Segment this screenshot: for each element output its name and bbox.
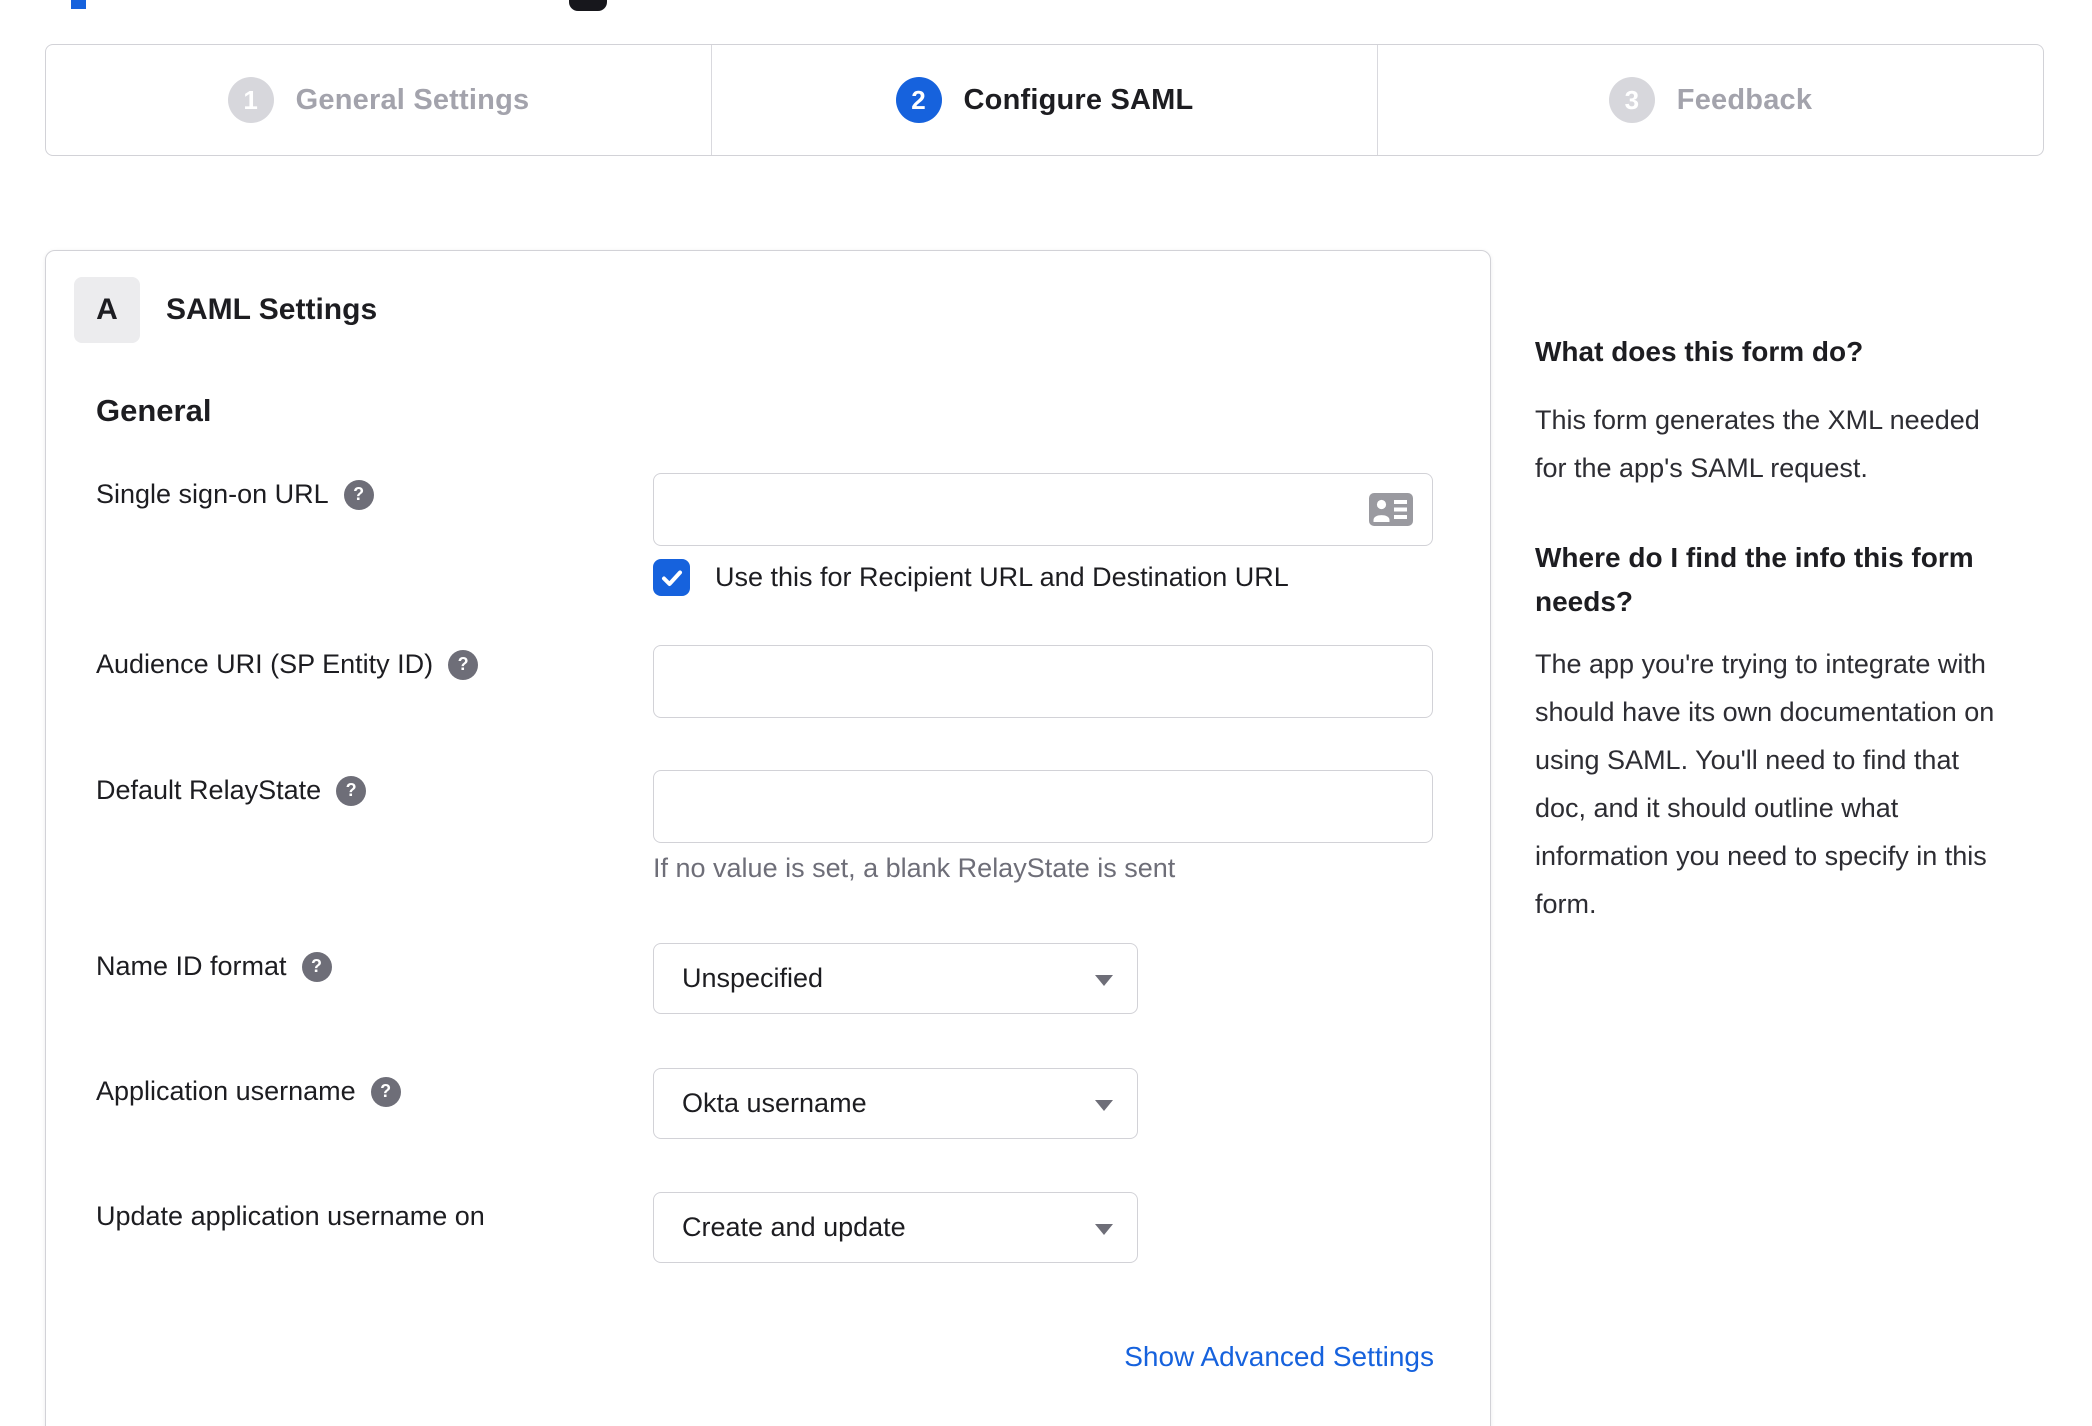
step-2-label: Configure SAML <box>963 83 1194 116</box>
step-3-circle: 3 <box>1608 77 1655 123</box>
sso-url-input[interactable] <box>653 473 1433 546</box>
relay-state-help-icon[interactable]: ? <box>336 775 367 806</box>
checkmark-icon <box>661 570 682 586</box>
recipient-url-checkbox[interactable] <box>653 559 690 596</box>
name-id-format-label-row: Name ID format ? <box>96 951 332 982</box>
update-app-username-select[interactable]: Create and update <box>653 1192 1138 1263</box>
general-group-title: General <box>96 393 212 428</box>
recipient-url-checkbox-label[interactable]: Use this for Recipient URL and Destinati… <box>715 562 1289 593</box>
audience-uri-label: Audience URI (SP Entity ID) <box>96 649 434 679</box>
step-2-circle: 2 <box>895 77 942 123</box>
relay-state-helper-text: If no value is set, a blank RelayState i… <box>653 853 1176 883</box>
step-1-label: General Settings <box>295 83 530 116</box>
clipped-app-logo-fragment <box>569 0 607 11</box>
help-sidebar: What does this form do? This form genera… <box>1535 330 2062 928</box>
help-question-2: Where do I find the info this form needs… <box>1535 542 1974 617</box>
app-username-label-row: Application username ? <box>96 1076 401 1107</box>
relay-state-label-row: Default RelayState ? <box>96 775 367 806</box>
update-app-username-value: Create and update <box>682 1212 906 1242</box>
audience-uri-input[interactable] <box>653 645 1433 718</box>
app-username-value: Okta username <box>682 1088 867 1118</box>
chevron-down-icon <box>1095 1223 1113 1235</box>
sso-url-label-row: Single sign-on URL ? <box>96 479 374 510</box>
section-title: SAML Settings <box>166 293 378 326</box>
sso-url-input-wrap <box>653 473 1433 546</box>
name-id-format-label: Name ID format <box>96 951 287 981</box>
card-header: A SAML Settings <box>74 277 377 343</box>
recipient-url-checkbox-row: Use this for Recipient URL and Destinati… <box>653 559 1289 596</box>
audience-uri-help-icon[interactable]: ? <box>448 649 479 680</box>
relay-state-label: Default RelayState <box>96 775 322 805</box>
audience-uri-label-row: Audience URI (SP Entity ID) ? <box>96 649 479 680</box>
name-id-format-help-icon[interactable]: ? <box>301 951 332 982</box>
step-configure-saml: 2 Configure SAML <box>711 45 1377 155</box>
step-3-label: Feedback <box>1676 83 1813 116</box>
configure-saml-page: 1 General Settings 2 Configure SAML 3 Fe… <box>0 0 2092 1426</box>
name-id-format-select[interactable]: Unspecified <box>653 943 1138 1014</box>
clipped-blue-tab-fragment <box>71 0 86 9</box>
show-advanced-settings-link[interactable]: Show Advanced Settings <box>1124 1341 1434 1373</box>
help-answer-2: The app you're trying to integrate with … <box>1535 649 1995 919</box>
chevron-down-icon <box>1095 974 1113 986</box>
app-username-help-icon[interactable]: ? <box>370 1076 401 1107</box>
help-question-1: What does this form do? <box>1535 336 1864 367</box>
step-general-settings: 1 General Settings <box>46 45 711 155</box>
update-app-username-label: Update application username on <box>96 1201 485 1231</box>
name-id-format-value: Unspecified <box>682 963 824 993</box>
step-1-circle: 1 <box>227 77 274 123</box>
sso-url-label: Single sign-on URL <box>96 479 329 509</box>
section-a-badge: A <box>74 277 140 343</box>
contact-card-icon[interactable] <box>1369 493 1413 526</box>
wizard-stepper: 1 General Settings 2 Configure SAML 3 Fe… <box>45 44 2044 156</box>
chevron-down-icon <box>1095 1099 1113 1111</box>
app-username-label: Application username <box>96 1076 356 1106</box>
saml-settings-card: A SAML Settings General Single sign-on U… <box>45 250 1491 1426</box>
app-username-select[interactable]: Okta username <box>653 1068 1138 1139</box>
relay-state-input[interactable] <box>653 770 1433 843</box>
update-app-username-label-row: Update application username on <box>96 1201 485 1232</box>
step-feedback: 3 Feedback <box>1377 45 2043 155</box>
sso-url-help-icon[interactable]: ? <box>343 479 374 510</box>
help-answer-1: This form generates the XML needed for t… <box>1535 405 1980 483</box>
